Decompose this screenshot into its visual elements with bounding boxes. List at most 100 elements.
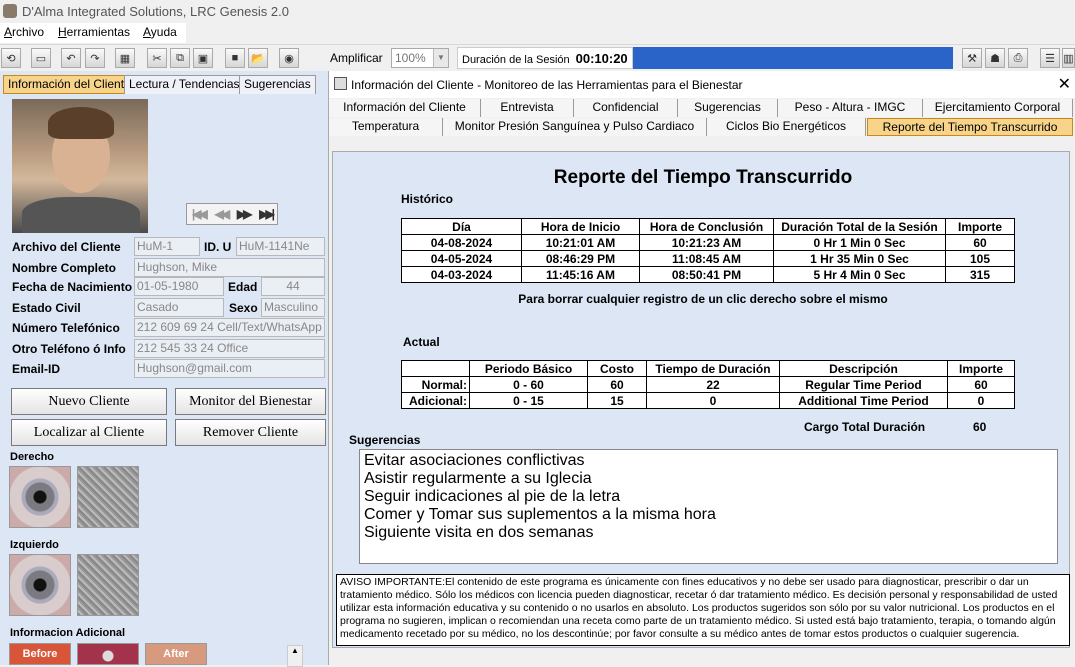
toolbar: ⟲ ▭ ↶ ↷ ▦ ✂ ⧉ ▣ ■ 📂 ◉ Amplificar 100% ▼ D… [0, 44, 1075, 70]
record-icon[interactable]: ◉ [279, 48, 299, 68]
table-cell: 11:45:16 AM [521, 266, 640, 283]
next-record-icon[interactable]: ▶▶ [237, 207, 253, 221]
table-cell: 60 [587, 376, 647, 393]
menu-archivo[interactable]: Archivo [4, 25, 44, 39]
table-row[interactable]: 04-08-2024 10:21:01 AM 10:21:23 AM 0 Hr … [401, 234, 1015, 251]
tab-entrevista[interactable]: Entrevista [481, 99, 574, 117]
table-cell: Additional Time Period [779, 392, 948, 409]
tab-presion-sanguinea[interactable]: Monitor Presión Sanguínea y Pulso Cardia… [443, 118, 707, 136]
record-navigation: |◀◀ ◀◀ ▶▶ ▶▶| [186, 203, 278, 225]
right-sclera-image[interactable] [77, 466, 139, 528]
left-iris-image[interactable] [9, 554, 71, 616]
scroll-up-icon[interactable]: ▲ [287, 645, 303, 667]
tab-sugerencias-main[interactable]: Sugerencias [678, 99, 778, 117]
fecha-field[interactable]: 01-05-1980 [134, 277, 224, 296]
zoom-select[interactable]: 100% ▼ [391, 48, 449, 68]
otro-telefono-field[interactable]: 212 545 33 24 Office [134, 339, 325, 358]
refresh-icon[interactable]: ⟲ [1, 48, 21, 68]
paste-icon[interactable]: ▣ [193, 48, 213, 68]
users-icon[interactable]: ☗ [985, 48, 1005, 68]
left-sclera-image[interactable] [77, 554, 139, 616]
tab-ciclos-bioenergeticos[interactable]: Ciclos Bio Energéticos [707, 118, 866, 136]
table-cell: 11:08:45 AM [639, 250, 774, 267]
tile-vertical-icon[interactable]: ▥ [1062, 48, 1075, 68]
menu-ayuda[interactable]: Ayuda [143, 25, 177, 39]
tile-horizontal-icon[interactable]: ☰ [1040, 48, 1060, 68]
blank-doc-icon[interactable]: ▭ [31, 48, 51, 68]
right-iris-image[interactable] [9, 466, 71, 528]
nuevo-cliente-button[interactable]: Nuevo Cliente [11, 388, 167, 415]
copy-icon[interactable]: ⧉ [170, 48, 190, 68]
redo-icon[interactable]: ↷ [85, 48, 105, 68]
report-panel: Reporte del Tiempo Transcurrido Históric… [332, 151, 1070, 648]
after-thumbnail[interactable]: After [145, 643, 207, 665]
undo-icon[interactable]: ↶ [61, 48, 81, 68]
sugerencias-label: Sugerencias [349, 433, 421, 447]
menu-bar: Archivo Herramientas Ayuda [0, 23, 186, 43]
table-row[interactable]: 04-05-2024 08:46:29 PM 11:08:45 AM 1 Hr … [401, 250, 1015, 267]
nombre-label: Nombre Completo [12, 261, 117, 275]
calculator-icon[interactable]: ▦ [115, 48, 135, 68]
open-folder-icon[interactable]: 📂 [248, 48, 268, 68]
app-icon [3, 4, 17, 18]
print-icon[interactable]: ⎙ [1008, 48, 1028, 68]
table-cell: Adicional: [401, 392, 470, 409]
tab-confidencial[interactable]: Confidencial [574, 99, 678, 117]
title-bar: D'Alma Integrated Solutions, LRC Genesis… [0, 0, 1075, 23]
table-cell: 04-05-2024 [401, 250, 522, 267]
monitor-bienestar-button[interactable]: Monitor del Bienestar [175, 388, 326, 415]
remover-cliente-button[interactable]: Remover Cliente [175, 419, 326, 446]
col-hora-conclusion: Hora de Conclusión [639, 218, 774, 235]
tab-temperatura[interactable]: Temperatura [329, 118, 443, 136]
table-cell: 04-08-2024 [401, 234, 522, 251]
table-cell: 0 - 15 [469, 392, 588, 409]
nombre-field[interactable]: Hughson, Mike [134, 258, 325, 277]
localizar-cliente-button[interactable]: Localizar al Cliente [11, 419, 167, 446]
telefono-field[interactable]: 212 609 69 24 Cell/Text/WhatsApp [134, 318, 325, 337]
table-row[interactable]: Adicional: 0 - 15 15 0 Additional Time P… [401, 392, 1015, 409]
tab-lectura-tendencias[interactable]: Lectura / Tendencias [124, 75, 245, 94]
archivo-field[interactable]: HuM-1 [134, 237, 200, 256]
last-record-icon[interactable]: ▶▶| [259, 207, 275, 221]
tab-informacion-cliente-main[interactable]: Información del Cliente [329, 99, 481, 117]
tab-sugerencias[interactable]: Sugerencias [239, 75, 316, 94]
archivo-label: Archivo del Cliente [12, 240, 121, 254]
sugerencias-textarea[interactable]: Evitar asociaciones conflictivas Asistir… [359, 449, 1058, 564]
table-row[interactable]: Normal: 0 - 60 60 22 Regular Time Period… [401, 376, 1015, 393]
tab-ejercitamiento[interactable]: Ejercitamiento Corporal [923, 99, 1073, 117]
prev-record-icon[interactable]: ◀◀ [215, 207, 231, 221]
list-item: Seguir indicaciones al pie de la letra [364, 488, 621, 505]
col-costo: Costo [587, 360, 647, 377]
email-field[interactable]: Hughson@gmail.com [134, 359, 325, 378]
stop-icon[interactable]: ■ [225, 48, 245, 68]
cut-icon[interactable]: ✂ [147, 48, 167, 68]
idu-field[interactable]: HuM-1141Ne [236, 237, 325, 256]
tab-reporte-tiempo[interactable]: Reporte del Tiempo Transcurrido [867, 118, 1073, 136]
menu-herramientas[interactable]: Herramientas [58, 25, 130, 39]
before-thumbnail[interactable]: Before [9, 643, 71, 665]
session-label: Duración de la Sesión [462, 54, 570, 66]
table-cell: 08:46:29 PM [521, 250, 640, 267]
middle-thumbnail[interactable] [77, 643, 139, 665]
table-cell: 0 [646, 392, 780, 409]
table-cell: 315 [945, 266, 1015, 283]
table-row[interactable]: 04-03-2024 11:45:16 AM 08:50:41 PM 5 Hr … [401, 266, 1015, 283]
client-photo [12, 99, 148, 233]
tab-informacion-cliente[interactable]: Información del Cliente [3, 75, 136, 94]
table-cell: Normal: [401, 376, 470, 393]
estado-field[interactable]: Casado [134, 298, 224, 317]
close-icon[interactable]: ✕ [1058, 74, 1071, 94]
edad-field[interactable]: 44 [261, 277, 325, 296]
table-cell: Regular Time Period [779, 376, 948, 393]
first-record-icon[interactable]: |◀◀ [192, 207, 208, 221]
table-cell: 105 [945, 250, 1015, 267]
chevron-down-icon[interactable]: ▼ [433, 49, 448, 67]
table-cell: 08:50:41 PM [639, 266, 774, 283]
derecho-label: Derecho [10, 451, 55, 463]
table-cell: 0 Hr 1 Min 0 Sec [773, 234, 946, 251]
tab-peso-altura[interactable]: Peso - Altura - IMGC [778, 99, 923, 117]
tools-icon[interactable]: ⚒ [962, 48, 982, 68]
col-dia: Día [401, 218, 522, 235]
sexo-field[interactable]: Masculino [261, 298, 325, 317]
left-panel: Información del Cliente Lectura / Tenden… [0, 71, 328, 667]
